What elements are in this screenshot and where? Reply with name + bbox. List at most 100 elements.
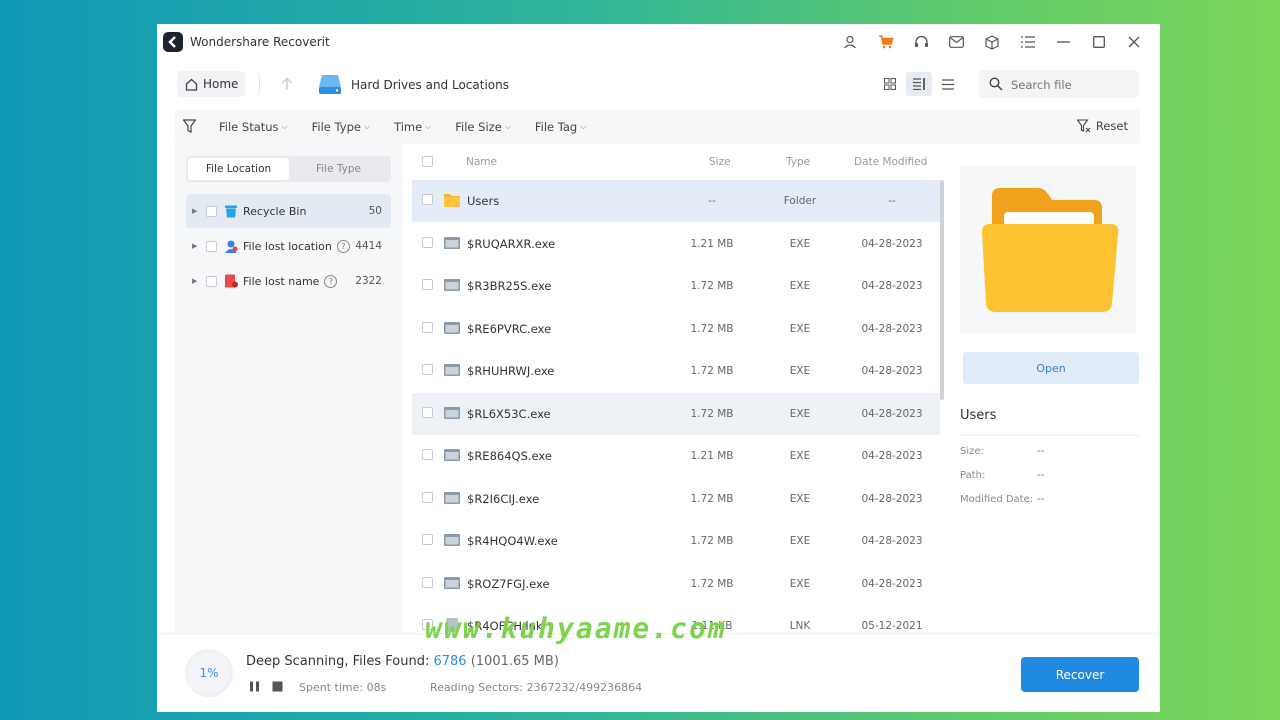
list-view-icon[interactable] [935, 72, 961, 96]
scan-status: Deep Scanning, Files Found: 6786 (1001.6… [246, 654, 559, 669]
checkbox[interactable] [206, 240, 217, 252]
table-row[interactable]: $RL6X53C.exe 1.72 MB EXE 04-28-2023 [412, 392, 940, 435]
column-name[interactable]: Name [466, 156, 497, 168]
sidebar-item-file-lost-name[interactable]: ▶ File lost name ? 2322 [186, 264, 391, 298]
sidebar: File Location File Type ▶ Recycle Bin 50… [175, 144, 402, 632]
detail-view-icon[interactable] [906, 72, 932, 96]
file-type: Folder [783, 195, 817, 207]
row-checkbox[interactable] [422, 236, 433, 248]
filter-file-type[interactable]: File Type ⌵ [312, 120, 370, 134]
row-checkbox[interactable] [422, 449, 433, 460]
preview-divider [960, 435, 1140, 436]
preview-thumbnail [960, 166, 1136, 334]
stop-icon[interactable] [272, 681, 283, 692]
preview-modified-value: -- [1037, 494, 1045, 505]
item-count: 4414 [355, 240, 382, 252]
exe-file-icon [443, 405, 461, 424]
reset-label: Reset [1095, 119, 1128, 133]
location-title: Hard Drives and Locations [351, 78, 509, 92]
home-button[interactable]: Home [177, 71, 245, 97]
tab-file-type[interactable]: File Type [288, 158, 389, 180]
table-row[interactable]: $ROZ7FGJ.exe 1.72 MB EXE 04-28-2023 [412, 563, 940, 605]
mail-icon[interactable] [939, 31, 975, 53]
filter-file-size[interactable]: File Size ⌵ [455, 120, 511, 134]
cart-icon[interactable] [868, 31, 904, 53]
search-input[interactable] [1009, 74, 1133, 96]
file-date: 04-28-2023 [861, 322, 923, 335]
chevron-down-icon: ⌵ [363, 122, 371, 131]
filter-icon [183, 119, 196, 133]
menu-icon[interactable] [1010, 31, 1046, 53]
column-type[interactable]: Type [786, 156, 810, 168]
minimize-icon[interactable] [1046, 31, 1082, 53]
folder-icon [982, 188, 1119, 312]
file-date: 05-12-2021 [861, 620, 923, 632]
sidebar-item-label: File lost name [243, 274, 320, 288]
table-row[interactable]: $RE6PVRC.exe 1.72 MB EXE 04-28-2023 [412, 308, 940, 350]
file-date: 04-28-2023 [861, 535, 923, 547]
filter-file-status[interactable]: File Status ⌵ [219, 120, 288, 134]
open-button[interactable]: Open [963, 352, 1139, 384]
recycle-bin-icon [224, 204, 238, 218]
select-all-checkbox[interactable] [422, 156, 433, 167]
preview-file-name: Users [960, 408, 997, 423]
support-icon[interactable] [904, 31, 940, 53]
column-size[interactable]: Size [709, 156, 731, 168]
file-size: 1.21 MB [690, 237, 734, 250]
home-label: Home [203, 77, 239, 91]
exe-file-icon [443, 490, 461, 509]
row-checkbox[interactable] [422, 534, 433, 545]
expand-arrow-icon[interactable]: ▶ [192, 277, 206, 285]
row-checkbox[interactable] [422, 321, 433, 333]
row-checkbox[interactable] [422, 279, 433, 290]
exe-file-icon [443, 235, 461, 254]
file-date: 04-28-2023 [861, 237, 923, 250]
maximize-icon[interactable] [1081, 31, 1117, 53]
checkbox[interactable] [206, 275, 217, 287]
table-row[interactable]: $R2I6CIJ.exe 1.72 MB EXE 04-28-2023 [412, 478, 940, 520]
exe-file-icon [443, 575, 461, 594]
table-row[interactable]: $RUQARXR.exe 1.21 MB EXE 04-28-2023 [412, 223, 940, 265]
scrollbar[interactable] [940, 180, 944, 400]
expand-arrow-icon[interactable]: ▶ [192, 207, 206, 215]
filter-file-tag[interactable]: File Tag ⌵ [535, 120, 586, 134]
row-checkbox[interactable] [422, 364, 433, 375]
sidebar-tabs: File Location File Type [186, 156, 391, 182]
file-type: LNK [789, 620, 811, 632]
row-checkbox[interactable] [422, 406, 433, 418]
file-type: EXE [789, 535, 811, 547]
checkbox[interactable] [206, 205, 217, 217]
table-row[interactable]: $RHUHRWJ.exe 1.72 MB EXE 04-28-2023 [412, 350, 940, 392]
preview-modified-label: Modified Date: [960, 494, 1034, 505]
cube-icon[interactable] [975, 31, 1011, 53]
account-icon[interactable] [833, 31, 869, 53]
up-arrow-icon[interactable] [277, 74, 297, 94]
recover-button[interactable]: Recover [1021, 657, 1139, 692]
help-icon[interactable]: ? [336, 239, 350, 253]
table-row[interactable]: $R4HQO4W.exe 1.72 MB EXE 04-28-2023 [412, 520, 940, 562]
expand-arrow-icon[interactable]: ▶ [192, 242, 206, 250]
close-icon[interactable] [1117, 31, 1153, 53]
pause-icon[interactable] [249, 681, 260, 692]
sidebar-item-file-lost-location[interactable]: ▶ File lost location ? 4414 [186, 229, 391, 263]
exe-file-icon [443, 277, 461, 296]
help-icon[interactable]: ? [324, 274, 338, 288]
reset-button[interactable]: Reset [1076, 119, 1128, 133]
filter-label: File Size [455, 120, 502, 134]
file-type: EXE [789, 492, 811, 505]
files-found-size: (1001.65 MB) [470, 654, 559, 669]
table-row[interactable]: $RE864QS.exe 1.21 MB EXE 04-28-2023 [412, 435, 940, 477]
row-checkbox[interactable] [422, 194, 433, 205]
table-row[interactable]: $R3BR25S.exe 1.72 MB EXE 04-28-2023 [412, 265, 940, 307]
table-row[interactable]: Users -- Folder -- [412, 180, 940, 222]
file-name: $ROZ7FGJ.exe [467, 576, 550, 591]
tab-file-location[interactable]: File Location [188, 158, 289, 180]
row-checkbox[interactable] [422, 491, 433, 503]
folder-icon [443, 192, 461, 211]
table-header: Name Size Type Date Modified [412, 148, 942, 178]
grid-view-icon[interactable] [877, 72, 903, 96]
filter-time[interactable]: Time ⌵ [394, 120, 431, 134]
column-date-modified[interactable]: Date Modified [854, 156, 927, 168]
sidebar-item-recycle-bin[interactable]: ▶ Recycle Bin 50 [186, 194, 391, 228]
row-checkbox[interactable] [422, 576, 433, 588]
